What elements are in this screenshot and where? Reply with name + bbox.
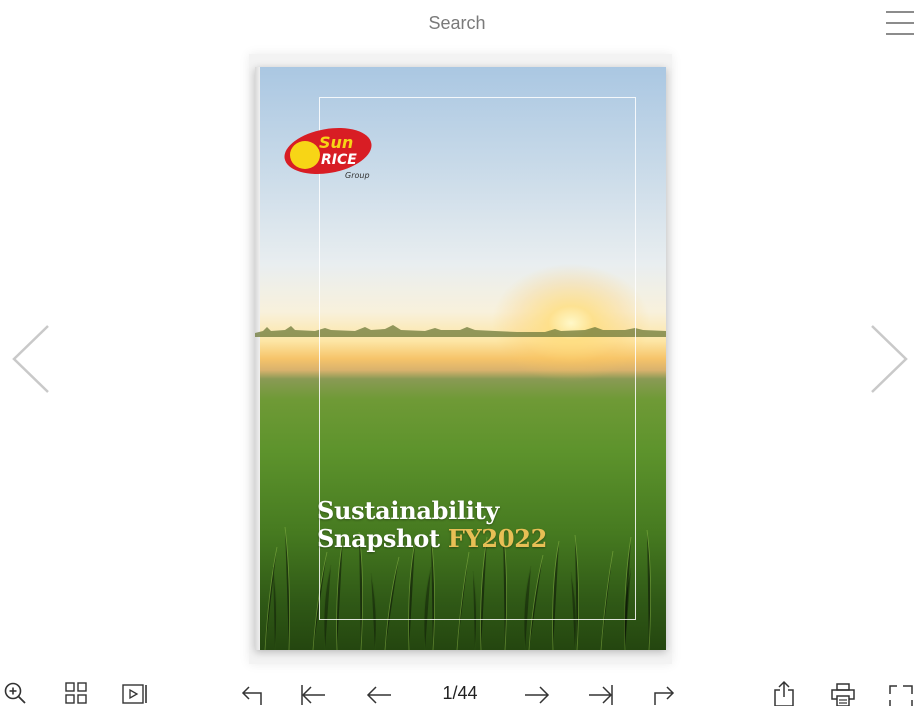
share-button[interactable] — [770, 680, 798, 706]
svg-text:Group: Group — [345, 171, 370, 180]
autoplay-button[interactable] — [121, 680, 149, 706]
cover-page[interactable]: Sun RICE Group Sustainability Snapshot F… — [255, 67, 666, 650]
thumbnails-button[interactable] — [62, 680, 90, 706]
chevron-left-icon — [10, 324, 50, 394]
first-page-button[interactable] — [298, 680, 328, 706]
next-page-button[interactable] — [522, 680, 552, 706]
cover-title: Sustainability Snapshot FY2022 — [317, 497, 617, 553]
previous-page-button[interactable] — [364, 680, 394, 706]
cover-title-word: Snapshot — [317, 524, 440, 553]
svg-text:Sun: Sun — [319, 133, 353, 152]
back-icon — [241, 686, 262, 705]
chevron-right-icon — [870, 324, 910, 394]
previous-page-icon — [366, 686, 391, 704]
bottom-toolbar: 1/44 — [0, 680, 914, 706]
forward-icon — [654, 686, 675, 705]
fullscreen-button[interactable] — [886, 680, 914, 706]
total-pages: 44 — [457, 682, 478, 703]
first-page-icon — [301, 685, 325, 705]
next-page-icon — [525, 686, 550, 704]
cover-title-line2: Snapshot FY2022 — [317, 525, 617, 553]
page-counter[interactable]: 1/44 — [430, 680, 490, 706]
hamburger-menu-icon — [886, 11, 914, 35]
fullscreen-icon — [889, 685, 913, 706]
search-input[interactable] — [357, 9, 557, 37]
print-icon — [831, 683, 855, 706]
last-page-icon — [589, 685, 613, 705]
search-bar — [0, 0, 914, 46]
last-page-button[interactable] — [586, 680, 616, 706]
zoom-in-button[interactable] — [2, 680, 28, 706]
thumbnails-icon — [65, 682, 87, 704]
current-page: 1 — [442, 682, 453, 703]
forward-button[interactable] — [650, 680, 678, 706]
share-icon — [774, 680, 794, 706]
back-button[interactable] — [238, 680, 266, 706]
print-button[interactable] — [829, 680, 857, 706]
sunrice-logo: Sun RICE Group — [284, 128, 372, 180]
next-page-arrow[interactable] — [866, 322, 910, 396]
zoom-in-icon — [4, 682, 26, 704]
menu-button[interactable] — [884, 8, 914, 40]
svg-text:RICE: RICE — [321, 152, 357, 168]
previous-page-arrow[interactable] — [10, 322, 54, 396]
cover-title-year: FY2022 — [447, 524, 548, 553]
cover-title-line1: Sustainability — [317, 496, 500, 525]
autoplay-icon — [122, 684, 147, 704]
